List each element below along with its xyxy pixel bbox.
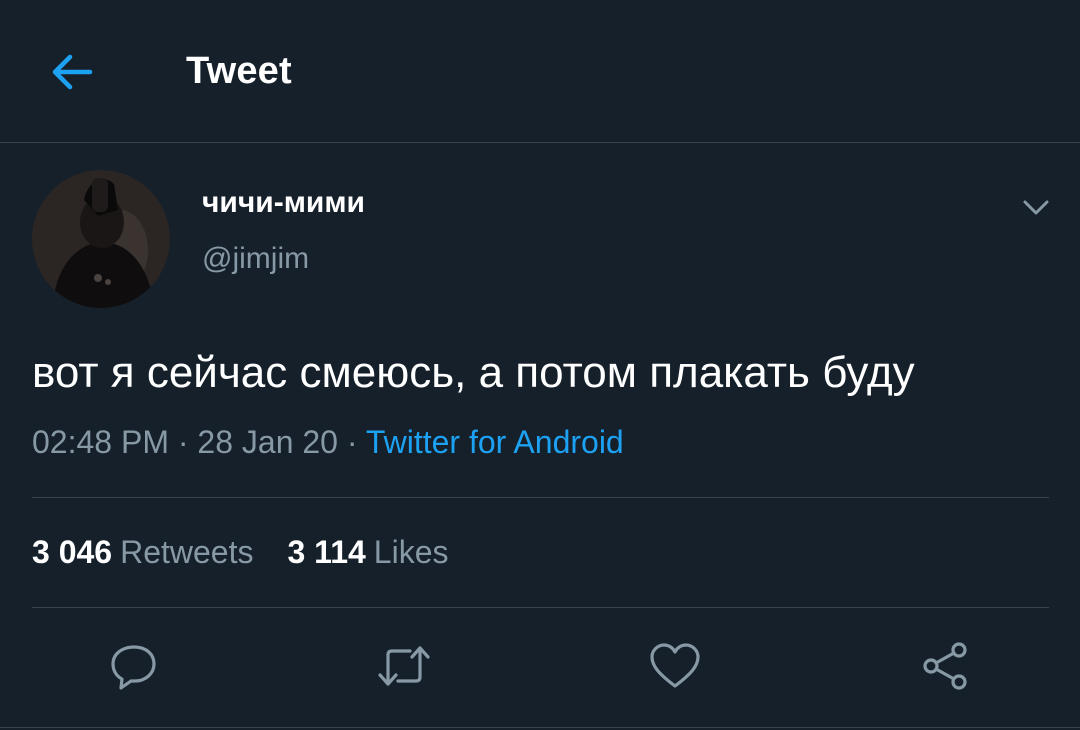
tweet-meta: 02:48 PM · 28 Jan 20 · Twitter for Andro… xyxy=(32,424,624,461)
retweets-label: Retweets xyxy=(120,534,254,570)
tweet-source-link[interactable]: Twitter for Android xyxy=(366,424,624,460)
action-bar xyxy=(0,636,1080,696)
tweet-detail-screen: Tweet чичи-мими @jimjim вот я сейчас сме… xyxy=(0,0,1080,730)
tweet-time: 02:48 PM xyxy=(32,424,169,460)
top-app-bar: Tweet xyxy=(0,0,1080,143)
more-options-button[interactable] xyxy=(1010,190,1062,226)
reply-icon xyxy=(111,645,156,690)
engagement-stats: 3 046 Retweets 3 114 Likes xyxy=(32,534,448,571)
share-button[interactable] xyxy=(915,636,975,696)
user-handle[interactable]: @jimjim xyxy=(202,242,309,276)
display-name[interactable]: чичи-мими xyxy=(202,186,365,220)
arrow-left-icon xyxy=(52,54,93,90)
likes-stat[interactable]: 3 114 Likes xyxy=(287,534,448,571)
likes-count: 3 114 xyxy=(287,534,366,570)
retweets-stat[interactable]: 3 046 Retweets xyxy=(32,534,253,571)
chevron-down-icon xyxy=(1023,200,1049,215)
retweet-icon xyxy=(378,646,430,686)
divider xyxy=(32,607,1049,608)
heart-icon xyxy=(650,643,700,688)
meta-separator: · xyxy=(168,424,198,460)
likes-label: Likes xyxy=(373,534,449,570)
page-title: Tweet xyxy=(186,50,292,92)
tweet-text: вот я сейчас смеюсь, а потом плакать буд… xyxy=(32,348,915,397)
tweet-date: 28 Jan 20 xyxy=(197,424,338,460)
divider xyxy=(0,727,1080,728)
reply-button[interactable] xyxy=(104,636,164,696)
back-button[interactable] xyxy=(44,44,100,100)
like-button[interactable] xyxy=(645,636,705,696)
share-icon xyxy=(923,642,967,690)
retweet-button[interactable] xyxy=(374,636,434,696)
avatar[interactable] xyxy=(32,170,170,308)
retweets-count: 3 046 xyxy=(32,534,113,570)
divider xyxy=(32,497,1049,498)
meta-separator: · xyxy=(337,424,366,460)
avatar-photo xyxy=(32,170,170,308)
